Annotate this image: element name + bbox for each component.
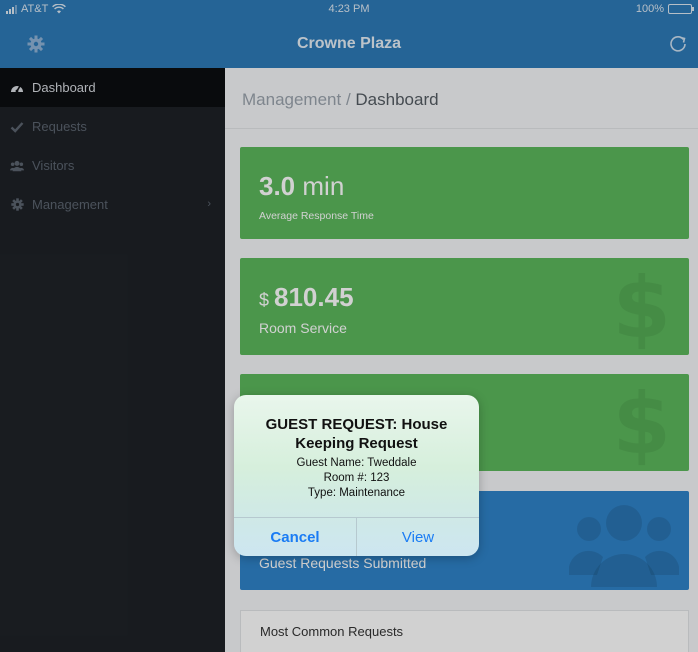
cancel-button[interactable]: Cancel [234, 518, 357, 556]
alert-actions: Cancel View [234, 517, 479, 556]
alert-request-type: Type: Maintenance [307, 487, 406, 499]
alert-room-number: Room #: 123 [323, 472, 390, 484]
guest-request-alert: GUEST REQUEST: House Keeping Request Gue… [234, 395, 479, 556]
alert-title: GUEST REQUEST: House Keeping Request [265, 416, 448, 452]
alert-guest-name: Guest Name: Tweddale [296, 457, 417, 469]
view-button[interactable]: View [357, 518, 479, 556]
